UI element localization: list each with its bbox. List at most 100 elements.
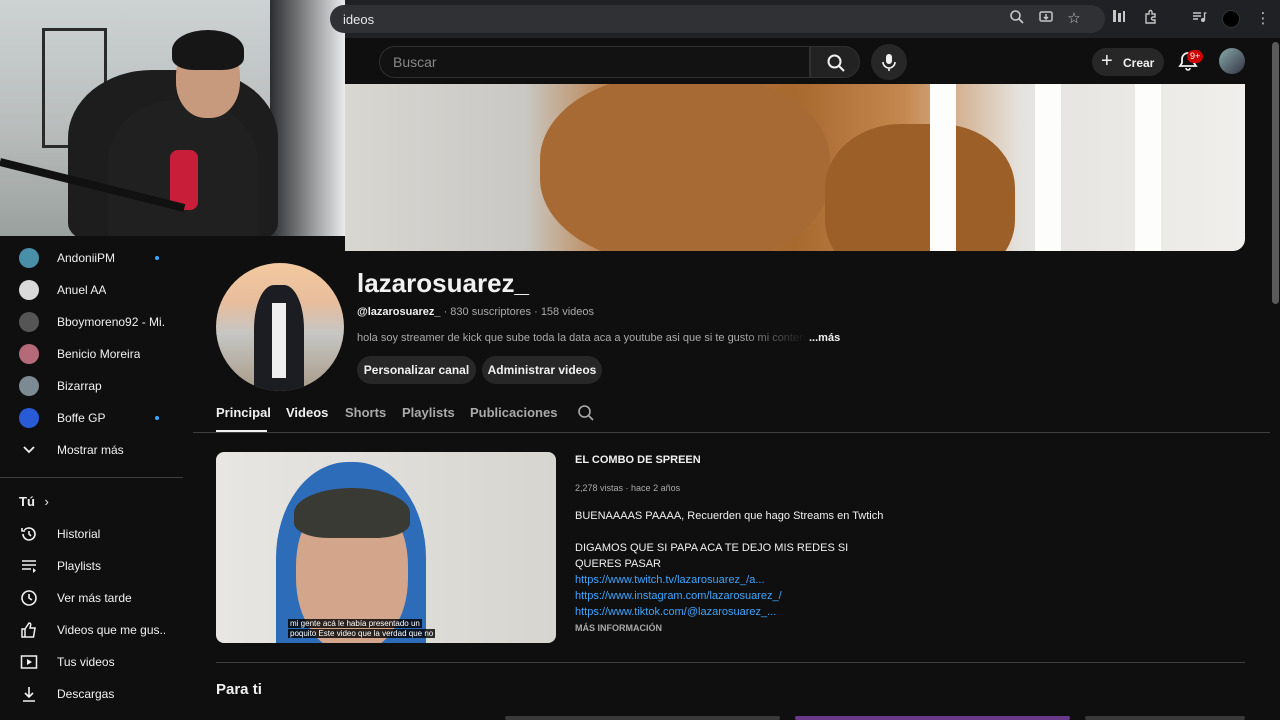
banner-rail [1035, 84, 1061, 251]
caption-line: poquito Este video que la verdad que no [288, 629, 436, 638]
extension-puzzle-icon[interactable] [1109, 9, 1129, 29]
subscription-name: Benicio Moreira [57, 347, 141, 361]
featured-video-title[interactable]: EL COMBO DE SPREEN [575, 454, 701, 466]
video-card-peek[interactable] [1085, 716, 1245, 720]
sidebar-subscription[interactable]: Boffe GP [0, 402, 183, 434]
channel-avatar [19, 248, 39, 268]
channel-avatar-large[interactable] [216, 263, 344, 391]
create-button[interactable]: + Crear [1092, 48, 1164, 76]
sidebar-subscription[interactable]: Bboymoreno92 - Mi... [0, 306, 183, 338]
webcam-streamer-hair [172, 30, 244, 70]
tab-shorts[interactable]: Shorts [345, 405, 386, 420]
section-divider [216, 662, 1245, 663]
subscription-name: Bboymoreno92 - Mi... [57, 315, 165, 329]
watch-later-icon [21, 590, 37, 606]
subscriber-count: 830 suscriptores [450, 306, 532, 318]
page-scrollbar-thumb[interactable] [1272, 42, 1279, 304]
tab-principal[interactable]: Principal [216, 405, 271, 420]
featured-description-line: DIGAMOS QUE SI PAPA ACA TE DEJO MIS REDE… [575, 542, 849, 570]
customize-channel-button[interactable]: Personalizar canal [357, 356, 476, 384]
account-avatar[interactable] [1219, 48, 1245, 74]
banner-dog-body [825, 124, 1015, 251]
webcam-wall [270, 0, 345, 236]
twitch-link[interactable]: https://www.twitch.tv/lazarosuarez_/a... [575, 572, 765, 588]
sidebar-item-watch-later[interactable]: Ver más tarde [0, 582, 183, 614]
you-section-label: Tú [19, 494, 35, 509]
tiktok-link[interactable]: https://www.tiktok.com/@lazarosuarez_... [575, 604, 776, 620]
browser-menu-icon[interactable]: ⋮ [1253, 9, 1273, 29]
channel-search-icon[interactable] [577, 404, 595, 422]
channel-name: lazarosuarez_ [357, 268, 529, 298]
subscription-name: Bizarrap [57, 379, 102, 393]
show-more-label: Mostrar más [57, 443, 124, 457]
avatar-shirt [272, 303, 286, 378]
sidebar-subscription[interactable]: Bizarrap [0, 370, 183, 402]
history-icon [21, 527, 36, 541]
instagram-link[interactable]: https://www.instagram.com/lazarosuarez_/ [575, 588, 782, 604]
like-icon [21, 622, 36, 638]
sidebar-item-label: Descargas [57, 687, 115, 701]
more-info-link[interactable]: MÁS INFORMACIÓN [575, 623, 662, 633]
chevron-down-icon [23, 446, 35, 454]
sidebar-item-history[interactable]: Historial [0, 518, 183, 550]
sidebar-item-label: Playlists [57, 559, 102, 573]
sidebar-divider [0, 477, 183, 478]
plus-icon: + [1101, 50, 1113, 72]
channel-handle: @lazarosuarez_ [357, 306, 441, 318]
description-more-link[interactable]: ...más [809, 332, 840, 344]
sidebar-item-label: Videos que me gus... [57, 623, 165, 637]
new-content-dot [155, 256, 159, 260]
install-app-icon[interactable] [1036, 9, 1056, 29]
sidebar-item-downloads[interactable]: Descargas [0, 678, 183, 710]
extensions-icon[interactable] [1141, 9, 1161, 29]
you-section-header[interactable]: Tú › [19, 494, 49, 509]
sidebar-subscription[interactable]: AndoniiPM [0, 242, 183, 274]
sidebar-item-label: Historial [57, 527, 101, 541]
browser-profile-avatar[interactable] [1222, 10, 1240, 28]
bookmark-star-icon[interactable]: ☆ [1064, 9, 1084, 29]
channel-avatar [19, 280, 39, 300]
tab-publicaciones[interactable]: Publicaciones [470, 405, 557, 420]
playlists-icon [22, 560, 36, 573]
address-bar-text[interactable]: ideos [343, 12, 374, 27]
channel-meta: @lazarosuarez_ · 830 suscriptores · 158 … [357, 306, 594, 318]
search-input[interactable] [379, 46, 810, 78]
thumbnail-hair [294, 488, 410, 538]
sidebar-item-liked-videos[interactable]: Videos que me gus... [0, 614, 183, 646]
featured-video-thumbnail[interactable]: mi gente acá le había presentado un poqu… [216, 452, 556, 643]
video-card-peek[interactable] [505, 716, 780, 720]
channel-description[interactable]: hola soy streamer de kick que sube toda … [357, 332, 807, 344]
tab-videos[interactable]: Videos [286, 405, 328, 420]
sidebar-item-label: Tus videos [57, 655, 115, 669]
channel-avatar [19, 312, 39, 332]
media-controls-icon[interactable] [1189, 9, 1209, 29]
sidebar-subscription[interactable]: Anuel AA [0, 274, 183, 306]
create-label: Crear [1123, 56, 1155, 70]
sidebar-item-your-videos[interactable]: Tus videos [0, 646, 183, 678]
sidebar-item-playlists[interactable]: Playlists [0, 550, 183, 582]
banner-dog-head [540, 84, 830, 251]
manage-videos-button[interactable]: Administrar videos [482, 356, 602, 384]
new-content-dot [155, 416, 159, 420]
microphone-icon [882, 54, 896, 71]
webcam-overlay [0, 0, 345, 236]
show-more-button[interactable]: Mostrar más [0, 434, 183, 466]
sidebar-subscription[interactable]: Benicio Moreira [0, 338, 183, 370]
caption-line: mi gente acá le había presentado un [288, 619, 422, 628]
meta-separator: · [534, 306, 541, 318]
video-count: 158 videos [540, 306, 595, 318]
zoom-icon[interactable] [1007, 9, 1027, 29]
for-you-heading: Para ti [216, 681, 262, 698]
voice-search-button[interactable] [871, 44, 907, 80]
your-videos-icon [20, 655, 38, 669]
search-placeholder: Buscar [393, 54, 437, 70]
search-button[interactable] [810, 46, 860, 78]
tab-playlists[interactable]: Playlists [402, 405, 455, 420]
video-card-peek[interactable] [795, 716, 1070, 720]
download-icon [23, 687, 35, 702]
featured-description-line: BUENAAAAS PAAAA, Recuerden que hago Stre… [575, 510, 884, 522]
channel-avatar [19, 344, 39, 364]
chevron-right-icon: › [44, 494, 49, 509]
upload-age: hace 2 años [631, 483, 681, 493]
address-bar[interactable] [330, 5, 1105, 33]
